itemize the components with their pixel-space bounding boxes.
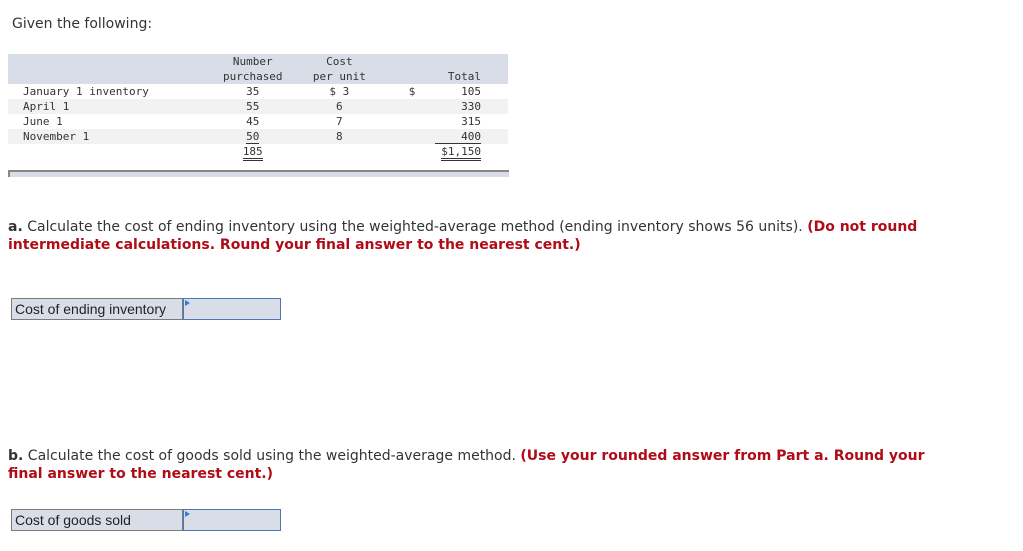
cogs-label: Cost of goods sold <box>11 509 183 531</box>
row-label: January 1 inventory <box>23 85 149 98</box>
table-horizontal-scrollbar[interactable] <box>8 170 509 177</box>
header-label-blank-2 <box>8 69 215 84</box>
row-cost: 8 <box>290 129 388 144</box>
row-number-cell: 50 <box>214 129 291 144</box>
header-number-line2: purchased <box>214 69 291 84</box>
row-total-cell: $105 <box>388 84 508 99</box>
row-total-prefix: $ <box>408 85 416 98</box>
header-total-blank <box>387 54 508 69</box>
ending-inventory-label: Cost of ending inventory <box>11 298 183 320</box>
row-cost: 7 <box>336 115 343 128</box>
row-total-cell: 400 <box>387 129 508 144</box>
row-total: 330 <box>461 100 481 113</box>
answer-row-ending-inventory: Cost of ending inventory <box>11 298 281 320</box>
row-total: 400 <box>435 130 481 144</box>
row-label: November 1 <box>8 129 215 144</box>
row-number: 45 <box>246 115 260 128</box>
table-header-row-1: Number Cost <box>8 54 508 69</box>
totals-number-cell: 185 <box>215 144 291 161</box>
part-b-text: Calculate the cost of goods sold using t… <box>23 448 521 464</box>
part-a-text: Calculate the cost of ending inventory u… <box>22 219 808 235</box>
table-header-row-2: purchased per unit Total <box>8 69 508 84</box>
row-cost: 6 <box>290 99 388 114</box>
totals-total: $1,150 <box>441 145 481 161</box>
row-cost: $ 3 <box>329 85 350 98</box>
row-label: April 1 <box>8 99 215 114</box>
totals-total-cell: $1,150 <box>388 144 508 161</box>
part-a-letter: a. <box>8 219 23 235</box>
table-row: April 1 55 6 330 <box>8 99 508 114</box>
intro-text: Given the following: <box>12 16 153 32</box>
header-cost-line1: Cost <box>290 54 388 69</box>
totals-number: 185 <box>242 145 263 161</box>
row-number: 50 <box>246 130 260 144</box>
row-number: 35 <box>246 85 260 98</box>
table-row: June 1 45 7 315 <box>8 114 508 129</box>
table-row: January 1 inventory 35 $ 3 $105 <box>8 84 508 99</box>
row-label: June 1 <box>23 115 63 128</box>
purchases-table: Number Cost purchased per unit Total Jan… <box>8 54 508 161</box>
input-flag-icon <box>185 300 190 306</box>
totals-label-blank <box>8 144 215 161</box>
row-total-cell: 315 <box>388 114 508 129</box>
ending-inventory-input-wrapper[interactable] <box>183 298 281 320</box>
row-total-cell: 330 <box>387 99 508 114</box>
question-part-b: b. Calculate the cost of goods sold usin… <box>8 447 928 483</box>
question-part-a: a. Calculate the cost of ending inventor… <box>8 218 928 254</box>
table-totals-row: 185 $1,150 <box>8 144 508 161</box>
header-number-line1: Number <box>214 54 291 69</box>
table-row: November 1 50 8 400 <box>8 129 508 144</box>
part-b-letter: b. <box>8 448 24 464</box>
input-flag-icon <box>185 511 190 517</box>
cogs-input[interactable] <box>184 510 280 531</box>
row-total: 315 <box>461 115 481 128</box>
header-cost-line2: per unit <box>290 69 388 84</box>
row-number: 55 <box>214 99 291 114</box>
cogs-input-wrapper[interactable] <box>183 509 281 531</box>
answer-row-cogs: Cost of goods sold <box>11 509 281 531</box>
ending-inventory-input[interactable] <box>184 299 280 320</box>
row-total: 105 <box>461 85 481 98</box>
header-total: Total <box>387 69 508 84</box>
totals-cost-blank <box>291 144 388 161</box>
header-label-blank <box>8 54 215 69</box>
